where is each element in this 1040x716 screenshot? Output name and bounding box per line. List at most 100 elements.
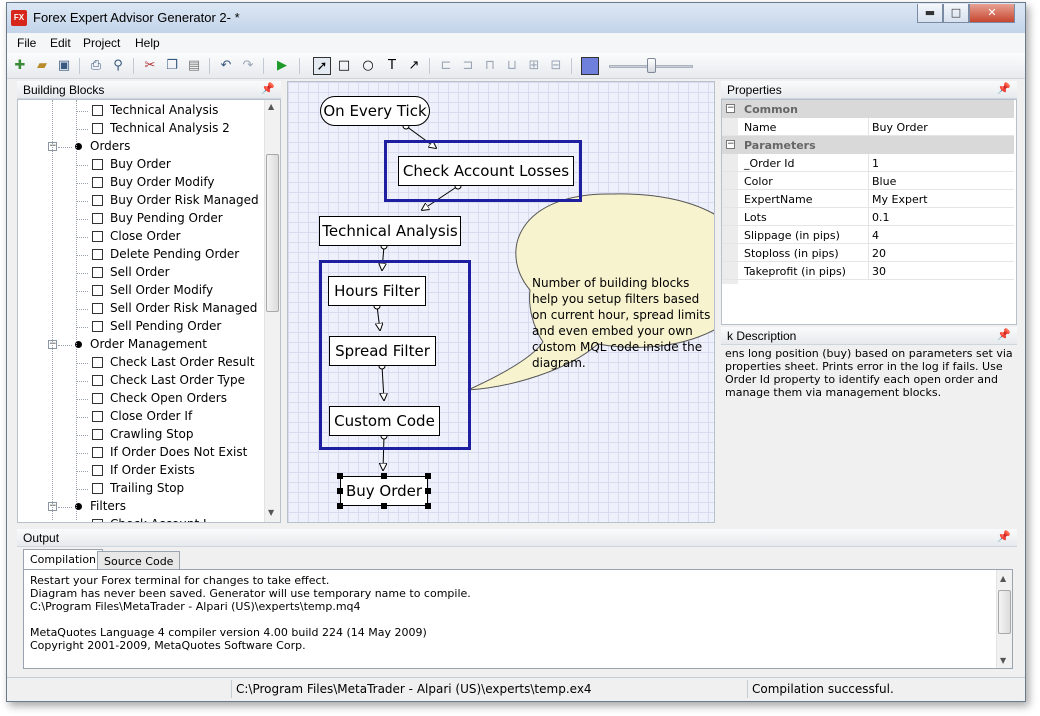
close-button[interactable]: ✕ (969, 4, 1015, 23)
tree-item[interactable]: Crawling Stop (18, 426, 262, 444)
property-value[interactable]: 20 (872, 247, 886, 260)
property-row[interactable]: Lots 0.1 (722, 208, 1014, 226)
connector-tool-icon[interactable]: ↗ (405, 57, 423, 75)
maximize-button[interactable]: □ (943, 4, 969, 23)
property-value[interactable]: 4 (872, 229, 879, 242)
tree-item[interactable]: Delete Pending Order (18, 246, 262, 264)
tree-item[interactable]: If Order Exists (18, 462, 262, 480)
pointer-tool-icon[interactable]: ➚ (313, 57, 331, 75)
print-preview-icon[interactable]: ⚲ (109, 57, 127, 75)
tree-item[interactable]: Check Account L (18, 516, 262, 522)
same-height-icon[interactable]: ⊟ (547, 57, 565, 75)
tree-item[interactable]: Sell Order Risk Managed (18, 300, 262, 318)
category-common[interactable]: − Common (722, 100, 1014, 118)
tree-item[interactable]: Check Last Order Type (18, 372, 262, 390)
text-tool-icon[interactable]: T (383, 57, 401, 75)
selection-handle[interactable] (381, 503, 387, 509)
new-icon[interactable]: ✚ (11, 57, 29, 75)
pin-icon[interactable]: 📌 (997, 328, 1011, 341)
print-icon[interactable]: ⎙ (87, 57, 105, 75)
menu-file[interactable]: File (17, 36, 36, 50)
property-value[interactable]: Buy Order (872, 121, 928, 134)
tree-item[interactable]: Technical Analysis 2 (18, 120, 262, 138)
property-row[interactable]: _Order Id 1 (722, 154, 1014, 172)
property-value[interactable]: 30 (872, 265, 886, 278)
same-width-icon[interactable]: ⊞ (525, 57, 543, 75)
menu-edit[interactable]: Edit (50, 36, 71, 50)
scroll-up-icon[interactable]: ▲ (1000, 572, 1006, 585)
selection-handle[interactable] (425, 473, 431, 479)
tree-group[interactable]: − Orders (18, 138, 262, 156)
output-scroll-thumb[interactable] (998, 590, 1011, 634)
tree-item[interactable]: Buy Pending Order (18, 210, 262, 228)
align-left-icon[interactable]: ⊏ (437, 57, 455, 75)
start-node[interactable]: On Every Tick (320, 96, 430, 126)
tree-item[interactable]: Trailing Stop (18, 480, 262, 498)
tab-compilation[interactable]: Compilation (23, 549, 104, 569)
zoom-slider-thumb[interactable] (647, 58, 656, 73)
tree-scroll-thumb[interactable] (266, 154, 279, 312)
cut-icon[interactable]: ✂ (141, 57, 159, 75)
selection-handle[interactable] (337, 503, 343, 509)
selection-handle[interactable] (425, 503, 431, 509)
output-scrollbar[interactable]: ▲ ▼ (996, 570, 1012, 668)
tree-group[interactable]: − Filters (18, 498, 262, 516)
scroll-down-icon[interactable]: ▼ (1000, 654, 1006, 667)
property-row[interactable]: Name Buy Order (722, 118, 1014, 136)
menu-help[interactable]: Help (135, 36, 160, 50)
tree-item[interactable]: Sell Order Modify (18, 282, 262, 300)
tree-item[interactable]: If Order Does Not Exist (18, 444, 262, 462)
paste-icon[interactable]: ▤ (185, 57, 203, 75)
technical-analysis-node[interactable]: Technical Analysis (319, 216, 461, 246)
tree-item[interactable]: Sell Pending Order (18, 318, 262, 336)
tree-item[interactable]: Sell Order (18, 264, 262, 282)
scroll-up-icon[interactable]: ▲ (268, 102, 274, 111)
tree-item[interactable]: Close Order (18, 228, 262, 246)
property-value[interactable]: Blue (872, 175, 896, 188)
title-bar[interactable]: FX Forex Expert Advisor Generator 2- * ▬… (7, 3, 1025, 33)
undo-icon[interactable]: ↶ (217, 57, 235, 75)
property-row[interactable]: ExpertName My Expert (722, 190, 1014, 208)
menu-project[interactable]: Project (83, 36, 120, 50)
tree-scrollbar[interactable]: ▲ ▼ (264, 100, 280, 522)
diagram-canvas[interactable]: On Every Tick Check Account Losses Techn… (287, 81, 715, 523)
open-icon[interactable]: ▰ (33, 57, 51, 75)
hours-filter-node[interactable]: Hours Filter (328, 276, 426, 306)
property-row[interactable]: Slippage (in pips) 4 (722, 226, 1014, 244)
save-icon[interactable]: ▣ (55, 57, 73, 75)
selection-handle[interactable] (425, 488, 431, 494)
pin-icon[interactable]: 📌 (997, 82, 1011, 95)
category-parameters[interactable]: − Parameters (722, 136, 1014, 154)
property-value[interactable]: My Expert (872, 193, 928, 206)
custom-code-node[interactable]: Custom Code (329, 406, 440, 436)
tree-item[interactable]: Technical Analysis (18, 102, 262, 120)
scroll-down-icon[interactable]: ▼ (268, 508, 274, 517)
property-row[interactable]: Stoploss (in pips) 20 (722, 244, 1014, 262)
redo-icon[interactable]: ↷ (239, 57, 257, 75)
align-top-icon[interactable]: ⊓ (481, 57, 499, 75)
run-icon[interactable]: ▶ (273, 57, 291, 75)
property-value[interactable]: 0.1 (872, 211, 890, 224)
collapse-icon[interactable]: − (726, 104, 735, 113)
align-bottom-icon[interactable]: ⊔ (503, 57, 521, 75)
copy-icon[interactable]: ❐ (163, 57, 181, 75)
tree-group[interactable]: − Order Management (18, 336, 262, 354)
selection-handle[interactable] (337, 473, 343, 479)
tree-item[interactable]: Check Last Order Result (18, 354, 262, 372)
tab-source-code[interactable]: Source Code (97, 551, 181, 569)
spread-filter-node[interactable]: Spread Filter (329, 336, 436, 366)
rectangle-tool-icon[interactable]: □ (335, 57, 353, 75)
property-value[interactable]: 1 (872, 157, 879, 170)
property-row[interactable]: Takeprofit (in pips) 30 (722, 262, 1014, 280)
tree-item[interactable]: Buy Order Modify (18, 174, 262, 192)
tree-item[interactable]: Buy Order (18, 156, 262, 174)
tree-item[interactable]: Buy Order Risk Managed (18, 192, 262, 210)
selection-handle[interactable] (381, 473, 387, 479)
collapse-icon[interactable]: − (726, 140, 735, 149)
align-center-icon[interactable]: ⊐ (459, 57, 477, 75)
pin-icon[interactable]: 📌 (261, 82, 275, 95)
pin-icon[interactable]: 📌 (997, 530, 1011, 543)
minimize-button[interactable]: ▬ (917, 4, 943, 23)
fill-color-icon[interactable] (581, 57, 599, 75)
tree-item[interactable]: Close Order If (18, 408, 262, 426)
